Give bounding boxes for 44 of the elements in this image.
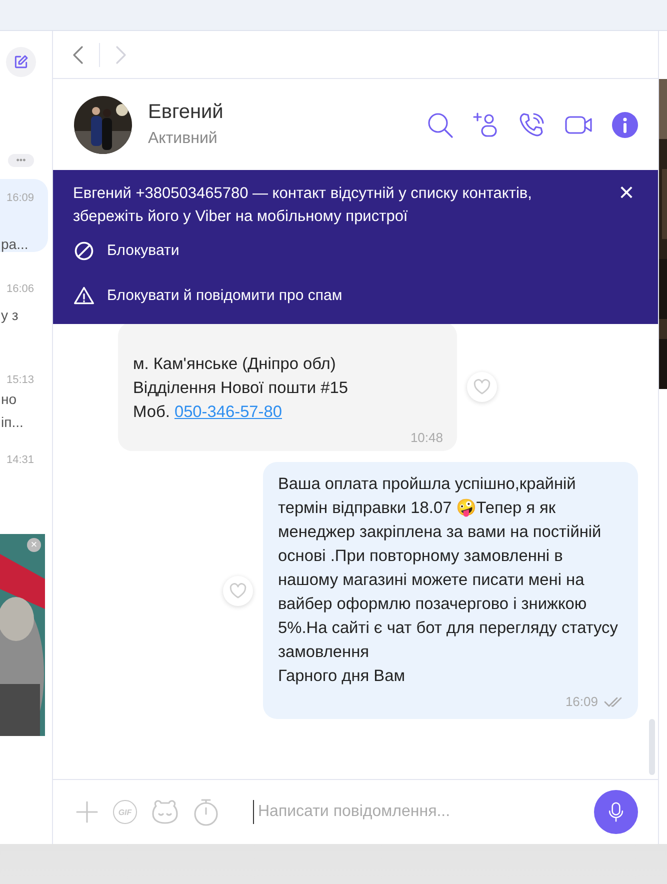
stopwatch-icon [193, 798, 219, 826]
warning-icon [73, 284, 95, 306]
compose-button[interactable] [6, 47, 36, 77]
message-text: Ваша оплата пройшла успішно,крайній термін відправки 18.07 🤪Тепер я як менеджер закріплена за вами на постійній основі .При повторному замовленні в нашому магазині можете писати мені на вайбер оформлю позачергово і знижкою 5%.На сайті є чат бот для перегляду статусу замовлення [278, 474, 619, 663]
heart-icon [229, 582, 247, 598]
chat-list-item[interactable]: 15:13 но іп... [0, 366, 48, 444]
bear-icon [151, 799, 179, 825]
search-icon [426, 110, 454, 138]
chat-snippet: у з [1, 306, 18, 325]
chat-time: 16:09 [6, 192, 34, 204]
contact-name: Евгений [148, 101, 224, 124]
double-check-icon [604, 696, 624, 708]
message-text: Відділення Нової пошти #15 [133, 378, 349, 399]
report-spam-button[interactable]: Блокувати й повідомити про спам [73, 273, 342, 318]
chat-snippet: ра... [1, 235, 28, 254]
chat-snippet: но іп... [1, 390, 24, 432]
add-person-icon [472, 110, 500, 138]
edit-icon [13, 54, 29, 70]
heart-icon [473, 378, 491, 394]
back-icon [71, 44, 85, 66]
forward-icon [114, 44, 128, 66]
warning-text: Евгений +380503465780 — контакт відсутній у списку контактів, збережіть його у Viber на мобільному пристрої [73, 184, 533, 227]
chat-time: 16:06 [6, 283, 34, 295]
add-participant-button[interactable] [472, 110, 500, 138]
block-icon [73, 240, 95, 262]
info-button[interactable] [612, 112, 638, 138]
close-button[interactable]: × [618, 182, 634, 202]
search-button[interactable] [426, 110, 454, 138]
message-text: Гарного дня Вам [278, 666, 406, 687]
contact-status: Активний [148, 130, 218, 148]
block-button[interactable]: Блокувати [73, 228, 180, 273]
voice-message-button[interactable] [594, 790, 638, 834]
call-button[interactable] [518, 110, 546, 138]
plus-icon [75, 800, 99, 824]
chat-list-item[interactable]: 16:06 у з [0, 274, 48, 344]
info-icon [612, 112, 638, 138]
message-time: 10:48 [410, 430, 443, 445]
message-text: м. Кам'янське (Дніпро обл) [133, 354, 337, 375]
chat-list-item[interactable]: 16:09 ра... [0, 179, 48, 252]
chat-time: 14:31 [6, 454, 34, 466]
message-text: Моб. 050-346-57-80 [133, 402, 283, 423]
message-time: 16:09 [565, 694, 598, 709]
chat-time: 15:13 [6, 374, 34, 386]
phone-icon [518, 110, 546, 138]
